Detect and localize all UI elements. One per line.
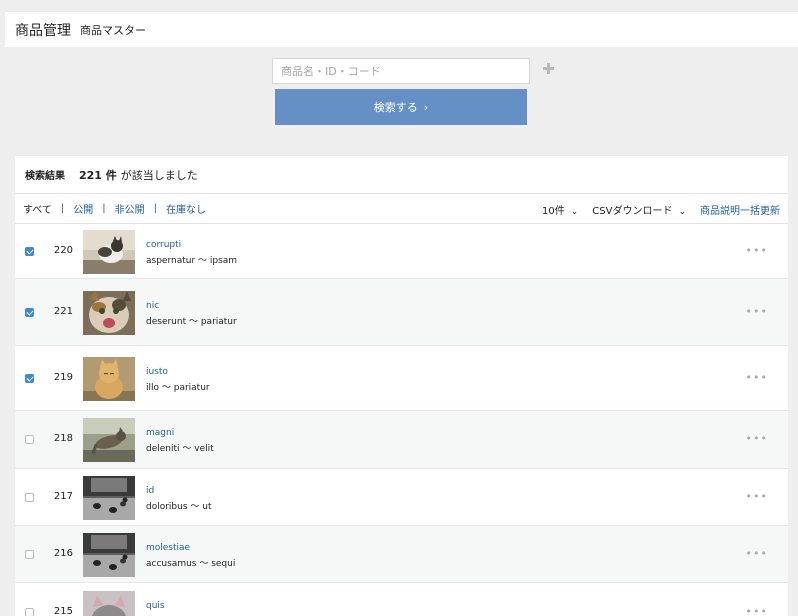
product-id: 221 [53,305,73,317]
page-header: 商品管理 商品マスター [5,12,798,47]
row-checkbox[interactable] [25,373,34,383]
row-checkbox[interactable] [25,246,34,256]
product-id: 219 [53,371,73,383]
more-options-icon[interactable]: ••• [746,605,768,616]
filter-private[interactable]: 非公開 [115,201,145,216]
filter-out-of-stock[interactable]: 在庫なし [166,201,206,216]
search-button-label: 検索する [373,101,418,114]
results-summary: 検索結果 221 件 が該当しました [15,156,788,194]
filter-separator: | [60,203,65,214]
product-id: 217 [53,490,73,502]
table-row[interactable]: 217 id doloribus 〜 ut ••• [15,469,788,526]
more-options-icon[interactable]: ••• [746,490,768,503]
product-thumbnail [83,290,135,335]
product-description: doloribus 〜 ut [146,501,212,512]
search-button[interactable]: 検索する › [275,89,527,125]
csv-download-dropdown[interactable]: CSVダウンロード ⌄ [592,202,686,217]
table-row[interactable]: 220 corrupti aspernatur 〜 ipsam ••• [15,224,788,279]
product-id: 218 [53,433,73,444]
results-label: 検索結果 [25,171,65,182]
per-page-label: 10件 [542,205,565,217]
product-thumbnail [83,418,135,462]
more-options-icon[interactable]: ••• [746,305,768,318]
results-message: が該当しました [120,168,198,182]
search-input[interactable] [272,58,530,84]
product-description: aspernatur 〜 ipsam [146,255,238,266]
product-description: deleniti 〜 velit [146,444,214,454]
row-checkbox[interactable] [25,492,34,502]
per-page-dropdown[interactable]: 10件 ⌄ [542,202,578,217]
table-row[interactable]: 216 molestiae accusamus 〜 sequi ••• [15,526,788,583]
product-name-link[interactable]: quis [146,601,165,611]
product-description: deserunt 〜 pariatur [146,316,237,327]
product-name-link[interactable]: iusto [146,367,168,377]
plus-icon[interactable] [543,63,554,74]
more-options-icon[interactable]: ••• [746,432,768,445]
results-panel: 検索結果 221 件 が該当しました すべて | 公開 | 非公開 | 在庫なし… [15,156,788,616]
csv-download-label: CSVダウンロード [592,205,673,217]
row-checkbox[interactable] [25,307,34,317]
filter-separator: | [153,203,158,214]
filter-public[interactable]: 公開 [73,201,93,216]
product-id: 215 [53,606,73,616]
row-checkbox[interactable] [25,435,34,444]
product-description: illo 〜 pariatur [146,382,210,393]
product-thumbnail [83,591,135,616]
row-checkbox[interactable] [25,608,34,616]
page-title: 商品管理 [15,22,71,39]
row-checkbox[interactable] [25,549,34,559]
more-options-icon[interactable]: ••• [746,371,768,384]
product-description: accusamus 〜 sequi [146,558,236,569]
product-id: 220 [53,244,73,256]
results-count: 221 件 [79,168,117,182]
product-name-link[interactable]: magni [146,428,174,438]
product-list: 220 corrupti aspernatur 〜 ipsam ••• 221 … [15,224,788,616]
chevron-down-icon: ⌄ [678,206,686,217]
page-subtitle: 商品マスター [80,23,146,37]
product-thumbnail [83,229,135,274]
product-thumbnail [83,356,135,401]
filter-bar-actions: 10件 ⌄ CSVダウンロード ⌄ 商品説明一括更新 [542,194,780,224]
bulk-description-update-link[interactable]: 商品説明一括更新 [700,202,780,217]
table-row[interactable]: 215 quis ••• [15,583,788,616]
table-row[interactable]: 221 nic deserunt 〜 pariatur ••• [15,279,788,346]
chevron-right-icon: › [423,100,429,114]
product-name-link[interactable]: corrupti [146,240,181,250]
more-options-icon[interactable]: ••• [746,244,768,257]
product-name-link[interactable]: molestiae [146,543,190,553]
product-name-link[interactable]: id [146,486,154,496]
filter-bar: すべて | 公開 | 非公開 | 在庫なし 10件 ⌄ CSVダウンロード ⌄ 商品… [15,194,788,224]
table-row[interactable]: 218 magni deleniti 〜 velit ••• [15,411,788,469]
chevron-down-icon: ⌄ [570,206,579,217]
filter-all[interactable]: すべて [23,201,52,216]
product-id: 216 [53,547,73,559]
product-name-link[interactable]: nic [146,301,159,311]
table-row[interactable]: 219 iusto illo 〜 pariatur ••• [15,346,788,411]
filter-separator: | [102,203,106,214]
product-thumbnail [83,475,135,520]
more-options-icon[interactable]: ••• [746,547,768,560]
product-thumbnail [83,532,135,577]
